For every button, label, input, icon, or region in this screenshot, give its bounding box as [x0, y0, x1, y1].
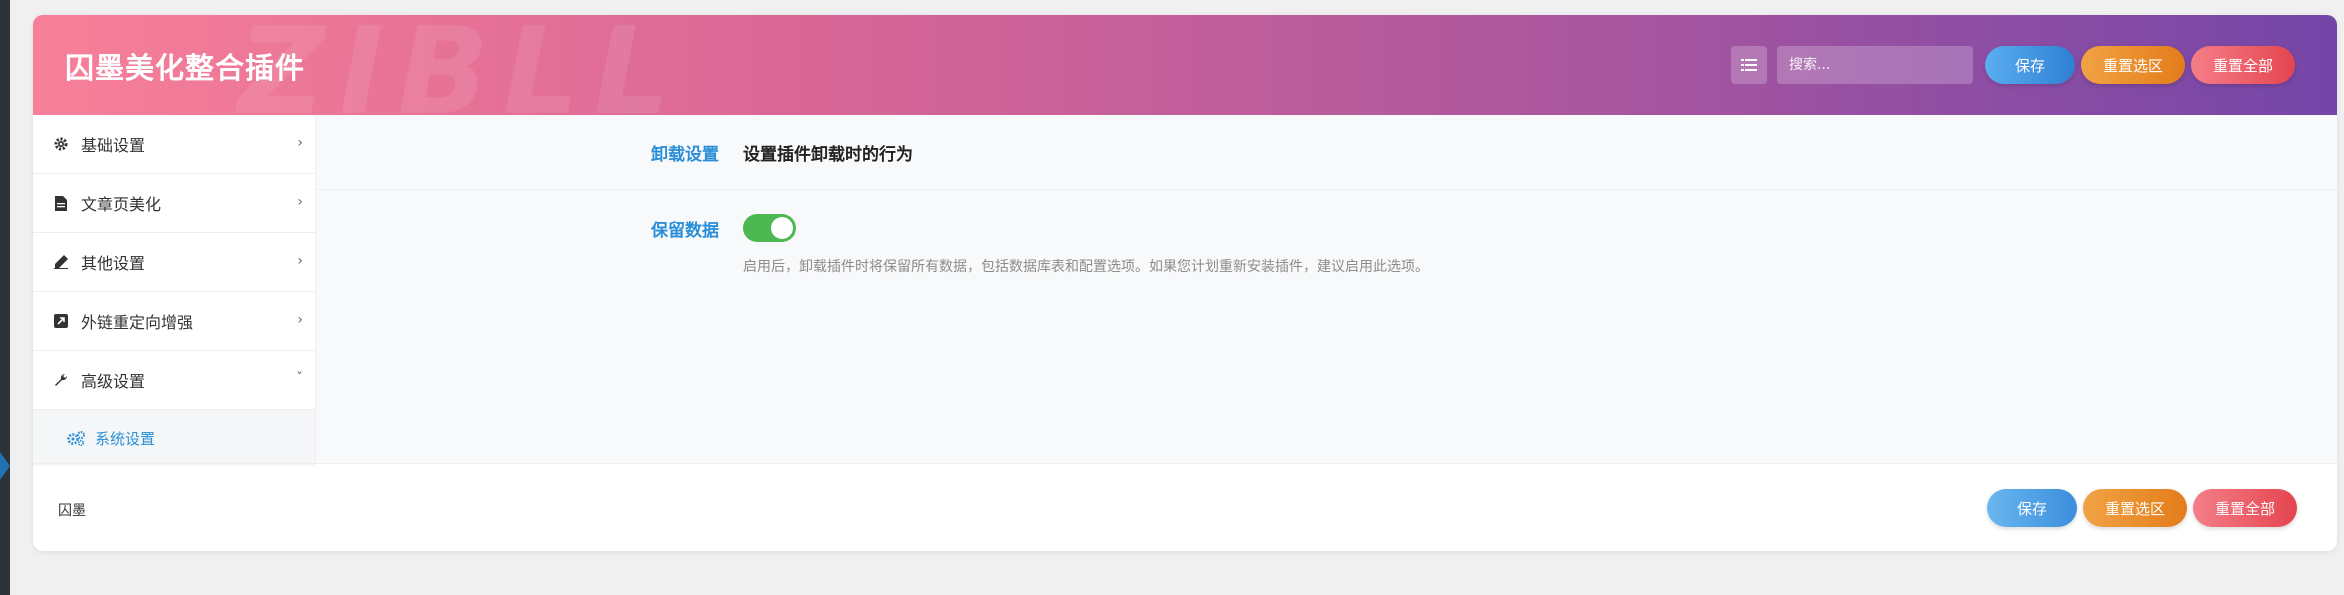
- header-toolbar: 保存 重置选区 重置全部: [1731, 45, 2295, 85]
- toggle-knob: [771, 217, 793, 239]
- chevron-right-icon: ›: [297, 253, 303, 269]
- list-icon: [1741, 59, 1757, 71]
- section-heading-row: 卸载设置 设置插件卸载时的行为: [316, 115, 2337, 190]
- section-description: 设置插件卸载时的行为: [743, 144, 913, 165]
- option-label: 保留数据: [651, 221, 719, 241]
- sidebar-subitem-system[interactable]: 系统设置: [33, 410, 315, 466]
- section-label: 卸载设置: [651, 144, 719, 165]
- sidebar-item-label: 其他设置: [81, 254, 146, 273]
- panel-footer: 囚墨 保存 重置选区 重置全部: [33, 463, 2337, 551]
- footer-toolbar: 保存 重置选区 重置全部: [1987, 489, 2297, 527]
- settings-content: 卸载设置 设置插件卸载时的行为 保留数据 启用后，卸载插件时将保留所有数据，包括…: [315, 115, 2337, 463]
- expand-all-button[interactable]: [1731, 46, 1767, 84]
- chevron-right-icon: ›: [297, 194, 303, 210]
- option-help-text: 启用后，卸载插件时将保留所有数据，包括数据库表和配置选项。如果您计划重新安装插件…: [743, 259, 1429, 275]
- chevron-right-icon: ›: [297, 135, 303, 151]
- sidebar-item-label: 高级设置: [81, 372, 146, 391]
- cogs-icon: [67, 430, 85, 446]
- pen-icon: [53, 254, 69, 270]
- admin-sidebar-edge: [0, 0, 10, 595]
- sidebar-subitem-label: 系统设置: [95, 429, 156, 448]
- sidebar-item-label: 基础设置: [81, 136, 146, 155]
- options-panel: ZIBLL 囚墨美化整合插件 保存 重置选区 重置全部: [33, 15, 2337, 551]
- wrench-icon: [53, 372, 69, 388]
- sidebar-item-label: 外链重定向增强: [81, 313, 194, 332]
- sidebar-item-label: 文章页美化: [81, 195, 162, 214]
- sidebar-item-other[interactable]: 其他设置 ›: [33, 233, 315, 292]
- chevron-down-icon: ˇ: [296, 371, 303, 387]
- options-sidebar: 基础设置 › 文章页美化 › 其他设置 › 外链重定向增强 › 高级设置 ˇ 系…: [33, 115, 315, 466]
- footer-reset-section-button[interactable]: 重置选区: [2083, 489, 2187, 527]
- sidebar-item-basic[interactable]: 基础设置 ›: [33, 115, 315, 174]
- file-icon: [53, 195, 69, 211]
- sidebar-item-redirect[interactable]: 外链重定向增强 ›: [33, 292, 315, 351]
- panel-body: 基础设置 › 文章页美化 › 其他设置 › 外链重定向增强 › 高级设置 ˇ 系…: [33, 115, 2337, 466]
- panel-title: 囚墨美化整合插件: [65, 51, 306, 85]
- search-input[interactable]: [1777, 46, 1973, 84]
- footer-reset-all-button[interactable]: 重置全部: [2193, 489, 2297, 527]
- footer-text: 囚墨: [58, 503, 86, 519]
- option-field: 启用后，卸载插件时将保留所有数据，包括数据库表和配置选项。如果您计划重新安装插件…: [743, 214, 1429, 276]
- footer-save-button[interactable]: 保存: [1987, 489, 2077, 527]
- reset-section-button[interactable]: 重置选区: [2081, 46, 2185, 84]
- save-button[interactable]: 保存: [1985, 46, 2075, 84]
- option-row-keep-data: 保留数据 启用后，卸载插件时将保留所有数据，包括数据库表和配置选项。如果您计划重…: [316, 190, 2337, 276]
- gear-icon: [53, 136, 69, 152]
- sidebar-item-article[interactable]: 文章页美化 ›: [33, 174, 315, 233]
- admin-menu-pointer: [0, 452, 10, 480]
- panel-header: ZIBLL 囚墨美化整合插件 保存 重置选区 重置全部: [33, 15, 2337, 115]
- external-link-icon: [53, 313, 69, 329]
- sidebar-item-advanced[interactable]: 高级设置 ˇ: [33, 351, 315, 410]
- keep-data-toggle[interactable]: [743, 214, 796, 242]
- chevron-right-icon: ›: [297, 312, 303, 328]
- reset-all-button[interactable]: 重置全部: [2191, 46, 2295, 84]
